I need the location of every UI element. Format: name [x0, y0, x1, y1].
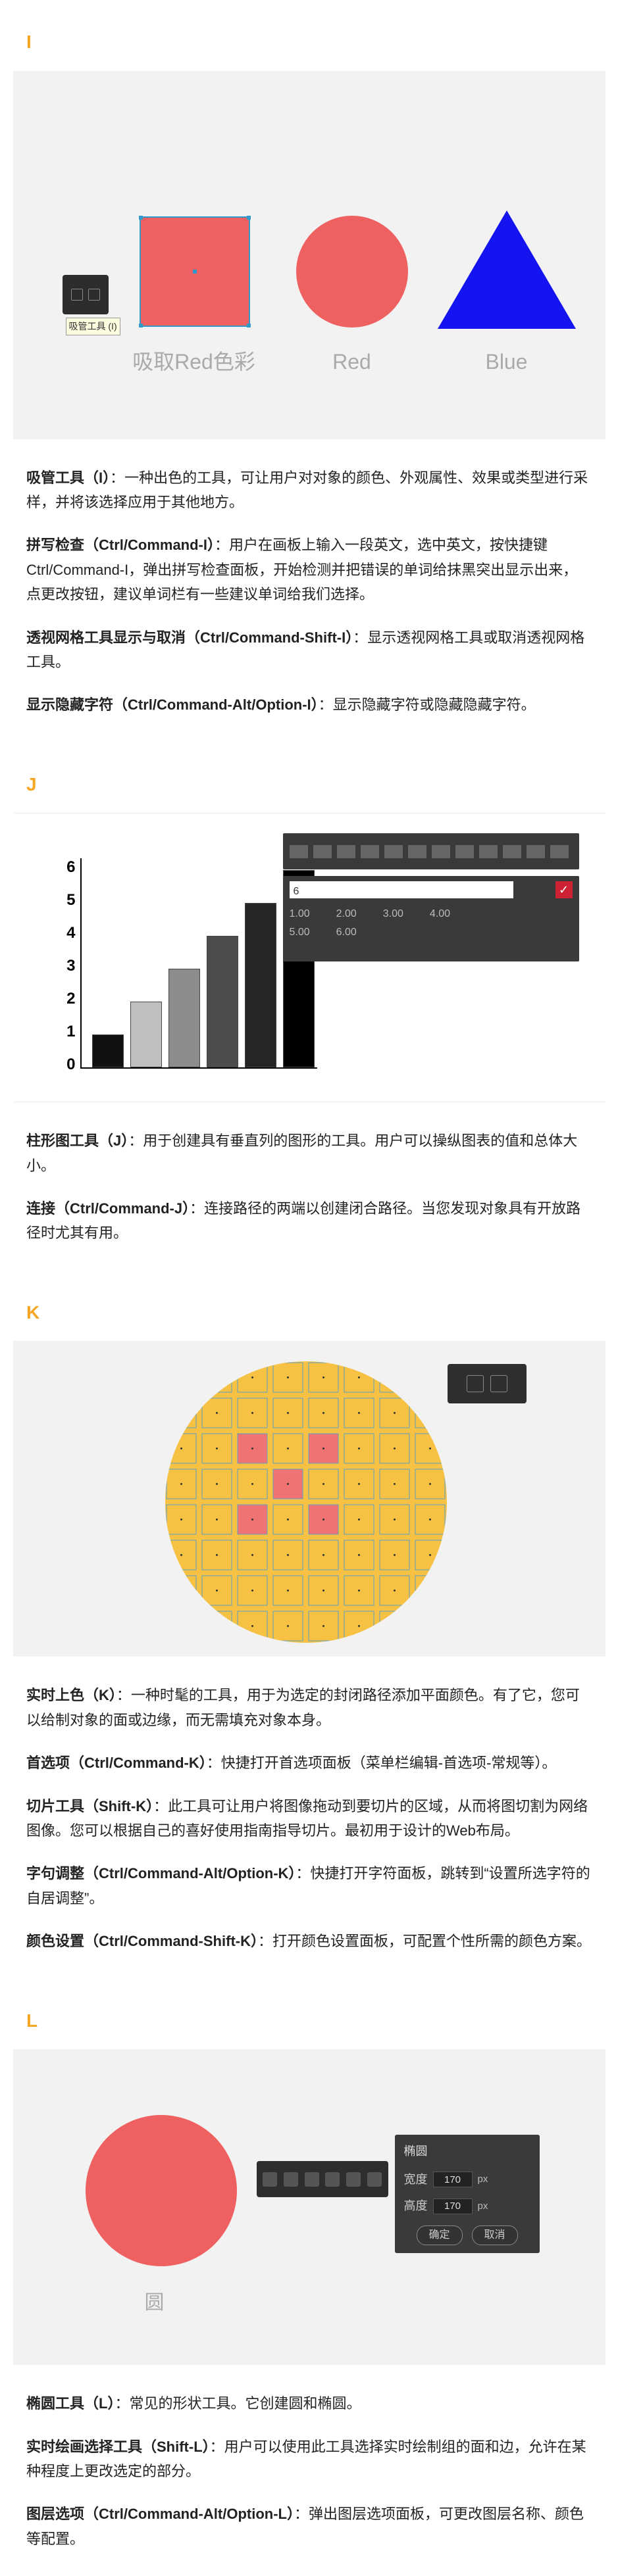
paint-select-icon: [490, 1375, 507, 1392]
desc-k-2: 切片工具（Shift-K）：此工具可让用户将图像拖动到要切片的区域，从而将图切割…: [26, 1794, 592, 1843]
height-input[interactable]: [433, 2199, 473, 2214]
x-axis: [80, 1067, 317, 1069]
ok-button[interactable]: 确定: [417, 2225, 463, 2245]
section-letter-l: L: [26, 2005, 618, 2037]
desc-l-1: 实时绘画选择工具（Shift-L）：用户可以使用此工具选择实时绘制组的面和边，允…: [26, 2435, 592, 2484]
graph-data-input[interactable]: 6: [290, 881, 513, 898]
desc-block-j: 柱形图工具（J）：用于创建具有垂直列的图形的工具。用户可以操纵图表的值和总体大小…: [0, 1129, 618, 1271]
ellipse-icon: [305, 2172, 319, 2187]
bar-1: [92, 1034, 124, 1067]
graph-data-row-2: 5.00 6.00: [290, 923, 573, 939]
ytick-1: 1: [49, 1019, 76, 1046]
ytick-4: 4: [49, 920, 76, 947]
width-input[interactable]: [433, 2172, 473, 2187]
desc-k-0: 实时上色（K）：一种时髦的工具，用于为选定的封闭路径添加平面颜色。有了它，您可以…: [26, 1683, 592, 1732]
graph-toolbar-panel[interactable]: [283, 833, 579, 869]
width-unit: px: [478, 2171, 488, 2188]
y-axis: [80, 858, 82, 1069]
flare-icon: [367, 2172, 382, 2187]
section-letter-i: I: [26, 26, 618, 58]
label-red-square: 吸取Red色彩: [118, 344, 270, 379]
height-label: 高度: [404, 2196, 428, 2216]
desc-i-2: 透视网格工具显示与取消（Ctrl/Command-Shift-I）：显示透视网格…: [26, 625, 592, 675]
measure-icon: [88, 289, 100, 301]
bar-3: [168, 969, 200, 1067]
shape-toolbar[interactable]: [257, 2161, 388, 2197]
cancel-button[interactable]: 取消: [472, 2225, 518, 2245]
graph-data-panel[interactable]: 6 ✓ 1.00 2.00 3.00 4.00 5.00 6.00: [283, 876, 579, 961]
dialog-title: 椭圆: [404, 2141, 530, 2162]
star-icon: [346, 2172, 361, 2187]
desc-k-1: 首选项（Ctrl/Command-K）：快捷打开首选项面板（菜单栏编辑-首选项-…: [26, 1751, 592, 1775]
section-letter-k: K: [26, 1297, 618, 1328]
desc-i-1: 拼写检查（Ctrl/Command-I）：用户在画板上输入一段英文，选中英文，按…: [26, 533, 592, 606]
ytick-3: 3: [49, 953, 76, 980]
blue-triangle-shape: [438, 210, 576, 329]
circle-label: 圆: [145, 2286, 165, 2320]
eyedropper-icon: [71, 289, 83, 301]
live-paint-grid: [165, 1361, 448, 1643]
eyedropper-tool-panel[interactable]: [63, 275, 109, 314]
desc-k-4: 颜色设置（Ctrl/Command-Shift-K）：打开颜色设置面板，可配置个…: [26, 1929, 592, 1953]
desc-l-0: 椭圆工具（L）：常见的形状工具。它创建圆和椭圆。: [26, 2391, 592, 2416]
desc-block-i: 吸管工具（I）：一种出色的工具，可让用户对对象的颜色、外观属性、效果或类型进行采…: [0, 466, 618, 742]
ytick-2: 2: [49, 986, 76, 1013]
desc-j-1: 连接（Ctrl/Command-J）：连接路径的两端以创建闭合路径。当您发现对象…: [26, 1196, 592, 1246]
height-unit: px: [478, 2198, 488, 2215]
red-circle-sample: [86, 2115, 237, 2266]
desc-block-l: 椭圆工具（L）：常见的形状工具。它创建圆和椭圆。 实时绘画选择工具（Shift-…: [0, 2391, 618, 2576]
label-red-circle: Red: [296, 344, 408, 379]
polygon-icon: [325, 2172, 340, 2187]
illustration-l: 圆 椭圆 宽度 px 高度 px 确定 取消: [13, 2049, 605, 2365]
graph-data-row-1: 1.00 2.00 3.00 4.00: [290, 905, 573, 921]
bar-5: [245, 903, 276, 1067]
ytick-5: 5: [49, 887, 76, 914]
bar-4: [207, 936, 238, 1067]
live-paint-panel[interactable]: [448, 1364, 527, 1403]
ytick-0: 0: [49, 1052, 76, 1079]
desc-i-0: 吸管工具（I）：一种出色的工具，可让用户对对象的颜色、外观属性、效果或类型进行采…: [26, 466, 592, 515]
desc-i-3: 显示隐藏字符（Ctrl/Command-Alt/Option-I）：显示隐藏字符…: [26, 693, 592, 717]
section-letter-j: J: [26, 769, 618, 800]
rect-icon: [263, 2172, 277, 2187]
bar-2: [130, 1002, 162, 1067]
dialog-height-row: 高度 px: [404, 2196, 530, 2216]
desc-l-2: 图层选项（Ctrl/Command-Alt/Option-L）：弹出图层选项面板…: [26, 2502, 592, 2551]
bucket-icon: [467, 1375, 484, 1392]
desc-j-0: 柱形图工具（J）：用于创建具有垂直列的图形的工具。用户可以操纵图表的值和总体大小…: [26, 1129, 592, 1178]
red-circle-shape: [296, 216, 408, 328]
desc-block-k: 实时上色（K）：一种时髦的工具，用于为选定的封闭路径添加平面颜色。有了它，您可以…: [0, 1683, 618, 1978]
illustration-j: 0 1 2 3 4 5 6 6 ✓ 1.00 2.00 3.00 4.00 5.…: [13, 813, 605, 1102]
width-label: 宽度: [404, 2170, 428, 2190]
tool-tooltip: 吸管工具 (I): [66, 318, 120, 336]
illustration-i: 吸管工具 (I) 吸取Red色彩 Red Blue: [13, 71, 605, 439]
desc-k-3: 字句调整（Ctrl/Command-Alt/Option-K）：快捷打开字符面板…: [26, 1861, 592, 1910]
ellipse-dialog[interactable]: 椭圆 宽度 px 高度 px 确定 取消: [395, 2135, 540, 2253]
rounded-rect-icon: [284, 2172, 298, 2187]
dialog-width-row: 宽度 px: [404, 2170, 530, 2190]
ytick-6: 6: [49, 854, 76, 881]
illustration-k: [13, 1341, 605, 1657]
label-blue-triangle: Blue: [438, 344, 576, 379]
red-square-shape: [139, 216, 251, 328]
graph-apply-button[interactable]: ✓: [555, 881, 573, 898]
